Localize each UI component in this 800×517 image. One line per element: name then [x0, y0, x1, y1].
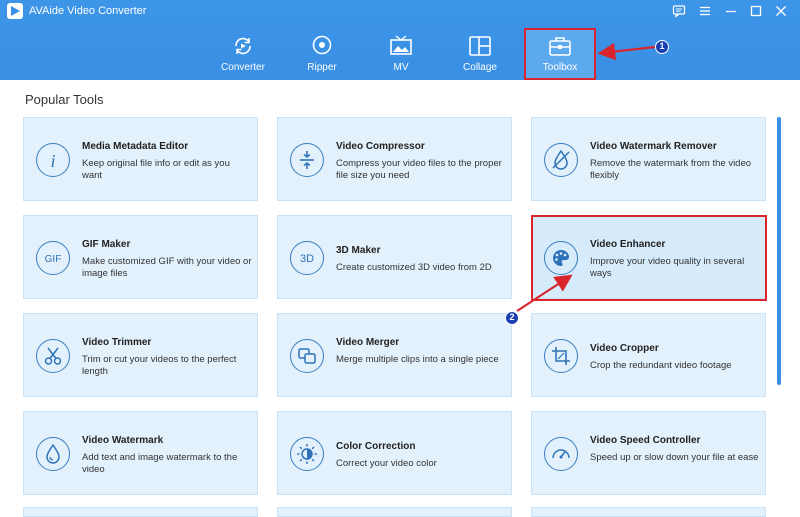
tool-name: GIF Maker — [82, 239, 131, 250]
tool-name: Video Compressor — [336, 141, 425, 152]
tool-description: Add text and image watermark to the vide… — [82, 452, 238, 475]
tool-name: Video Enhancer — [590, 239, 666, 250]
toolbox-icon — [548, 35, 572, 57]
tool-name: Video Watermark Remover — [590, 141, 717, 152]
tab-label: Collage — [463, 62, 497, 73]
tool-name: Video Watermark — [82, 435, 164, 446]
svg-text:i: i — [50, 151, 55, 171]
compress-icon — [290, 143, 324, 177]
tool-description: Keep original file info or edit as you w… — [82, 158, 230, 181]
step-marker-1: 1 — [655, 40, 669, 54]
close-icon[interactable] — [774, 4, 788, 18]
tool-description: Improve your video quality in several wa… — [590, 256, 745, 279]
app-logo-icon — [7, 3, 23, 19]
feedback-icon[interactable] — [672, 4, 686, 18]
3d-icon: 3D — [290, 241, 324, 275]
scrollbar[interactable] — [777, 117, 781, 385]
tool-card-partial[interactable] — [23, 507, 258, 517]
tool-card-gif-maker[interactable]: GIF GIF Maker Make customized GIF with y… — [23, 215, 258, 299]
app-title: AVAide Video Converter — [29, 5, 147, 17]
step-marker-2: 2 — [505, 311, 519, 325]
tool-card-video-cropper[interactable]: Video Cropper Crop the redundant video f… — [531, 313, 766, 397]
tool-description: Compress your video files to the proper … — [336, 158, 502, 181]
tool-description: Merge multiple clips into a single piece — [336, 354, 499, 365]
tool-name: Video Speed Controller — [590, 435, 701, 446]
drop-icon — [36, 437, 70, 471]
tool-name: 3D Maker — [336, 245, 381, 256]
tool-card-video-speed-controller[interactable]: Video Speed Controller Speed up or slow … — [531, 411, 766, 495]
tool-description: Correct your video color — [336, 458, 437, 469]
tab-toolbox[interactable]: Toolbox — [525, 28, 595, 78]
svg-text:3D: 3D — [300, 253, 314, 265]
tool-name: Video Trimmer — [82, 337, 152, 348]
scissors-icon — [36, 339, 70, 373]
tab-label: MV — [393, 62, 409, 73]
maximize-icon[interactable] — [749, 4, 763, 18]
gif-icon: GIF — [36, 241, 70, 275]
tool-card-video-compressor[interactable]: Video Compressor Compress your video fil… — [277, 117, 512, 201]
tool-description: Create customized 3D video from 2D — [336, 262, 492, 273]
tool-name: Video Merger — [336, 337, 400, 348]
tool-name: Media Metadata Editor — [82, 141, 189, 152]
tool-name: Color Correction — [336, 441, 416, 452]
tab-converter[interactable]: Converter — [208, 28, 278, 78]
tool-card-video-enhancer[interactable]: Video Enhancer Improve your video qualit… — [531, 215, 766, 299]
color-correction-icon — [290, 437, 324, 471]
menu-icon[interactable] — [698, 4, 712, 18]
tab-label: Converter — [221, 62, 265, 73]
tool-description: Crop the redundant video footage — [590, 360, 732, 371]
tool-card-video-trimmer[interactable]: Video Trimmer Trim or cut your videos to… — [23, 313, 258, 397]
svg-text:GIF: GIF — [45, 254, 62, 265]
tool-card-partial[interactable] — [277, 507, 512, 517]
tab-ripper[interactable]: Ripper — [287, 28, 357, 78]
palette-icon — [544, 241, 578, 275]
tool-card-color-correction[interactable]: Color Correction Correct your video colo… — [277, 411, 512, 495]
tool-card-video-merger[interactable]: Video Merger Merge multiple clips into a… — [277, 313, 512, 397]
section-title: Popular Tools — [25, 92, 104, 107]
tool-description: Trim or cut your videos to the perfect l… — [82, 354, 237, 377]
mv-icon — [389, 35, 413, 57]
tab-label: Ripper — [307, 62, 337, 73]
tool-description: Speed up or slow down your file at ease — [590, 452, 759, 463]
watermark-remove-icon — [544, 143, 578, 177]
ripper-icon — [310, 35, 334, 57]
minimize-icon[interactable] — [724, 4, 738, 18]
tool-card-3d-maker[interactable]: 3D 3D Maker Create customized 3D video f… — [277, 215, 512, 299]
tool-description: Make customized GIF with your video or i… — [82, 256, 252, 279]
tab-mv[interactable]: MV — [366, 28, 436, 78]
crop-icon — [544, 339, 578, 373]
tool-card-video-watermark[interactable]: Video Watermark Add text and image water… — [23, 411, 258, 495]
tab-collage[interactable]: Collage — [445, 28, 515, 78]
tool-description: Remove the watermark from the video flex… — [590, 158, 752, 181]
tool-card-partial[interactable] — [531, 507, 766, 517]
tool-card-video-watermark-remover[interactable]: Video Watermark Remover Remove the water… — [531, 117, 766, 201]
merge-icon — [290, 339, 324, 373]
converter-icon — [231, 35, 255, 57]
speedometer-icon — [544, 437, 578, 471]
tool-name: Video Cropper — [590, 343, 659, 354]
info-icon: i — [36, 143, 70, 177]
collage-icon — [468, 35, 492, 57]
tool-card-media-metadata-editor[interactable]: i Media Metadata Editor Keep original fi… — [23, 117, 258, 201]
tab-label: Toolbox — [542, 62, 578, 73]
app-header: AVAide Video Converter Converter Ripper … — [0, 0, 800, 80]
